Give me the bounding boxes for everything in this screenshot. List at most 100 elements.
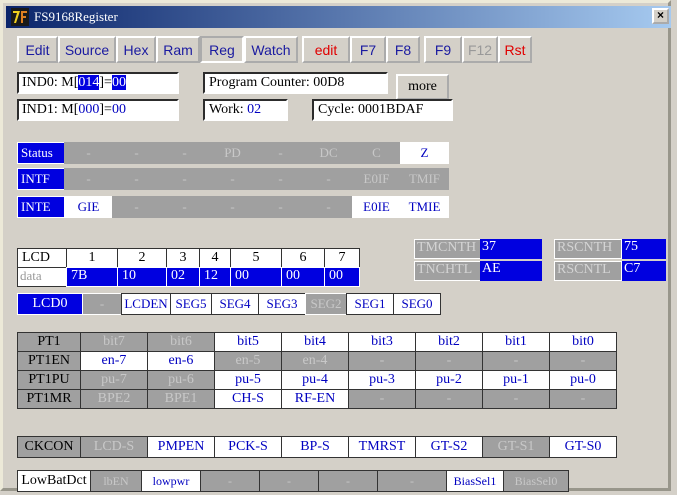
pt1mr-bit-7[interactable]: BPE2 xyxy=(80,389,148,409)
ind1-field[interactable]: IND1: M[000]=00 xyxy=(17,99,179,121)
pt1mr-bit-2[interactable]: - xyxy=(415,389,483,409)
status-bit-5[interactable]: - xyxy=(160,142,209,164)
ckcon-bit-7[interactable]: LCD-S xyxy=(80,436,148,458)
lcd0-bit-6[interactable]: LCDEN xyxy=(121,293,171,315)
tmcntl-value[interactable]: AE xyxy=(480,261,542,281)
inte-bit-7[interactable]: GIE xyxy=(64,196,113,218)
ckcon-bit-1[interactable]: GT-S1 xyxy=(482,436,550,458)
pt1en-bit-3[interactable]: - xyxy=(348,351,416,371)
inte-bit-2[interactable]: - xyxy=(304,196,353,218)
intf-bit-4[interactable]: - xyxy=(208,168,257,190)
ind0-field[interactable]: IND0: M[014]=00 xyxy=(17,72,179,94)
pt1pu-bit-4[interactable]: pu-4 xyxy=(281,370,349,390)
toolbar-edit-button[interactable]: Edit xyxy=(17,36,58,63)
ind1-value[interactable]: 00 xyxy=(112,102,126,117)
inte-bit-5[interactable]: - xyxy=(160,196,209,218)
pt1-bit-4[interactable]: bit4 xyxy=(281,332,349,352)
pt1en-bit-5[interactable]: en-5 xyxy=(214,351,282,371)
close-button[interactable]: × xyxy=(652,8,669,24)
rscnth-value[interactable]: 75 xyxy=(622,239,666,259)
toolbar-watch-button[interactable]: Watch xyxy=(244,36,298,63)
status-bit-7[interactable]: - xyxy=(64,142,113,164)
pt1en-bit-2[interactable]: - xyxy=(415,351,483,371)
lcd-data-3[interactable]: 02 xyxy=(166,267,200,287)
status-bit-1[interactable]: C xyxy=(352,142,401,164)
lcd0-bit-3[interactable]: SEG3 xyxy=(258,293,306,315)
pt1pu-bit-1[interactable]: pu-1 xyxy=(482,370,550,390)
lowbat-bit-1[interactable]: BiasSel1 xyxy=(446,470,504,492)
status-bit-3[interactable]: - xyxy=(256,142,305,164)
pt1-bit-5[interactable]: bit5 xyxy=(214,332,282,352)
toolbar-rst-button[interactable]: Rst xyxy=(498,36,532,63)
lcd0-bit-0[interactable]: SEG0 xyxy=(393,293,441,315)
lowbat-bit-3[interactable]: - xyxy=(318,470,378,492)
lcd0-bit-4[interactable]: SEG4 xyxy=(211,293,259,315)
toolbar-f7-button[interactable]: F7 xyxy=(350,36,386,63)
lowbat-bit-2[interactable]: - xyxy=(377,470,447,492)
pt1en-bit-1[interactable]: - xyxy=(482,351,550,371)
lcd-data-6[interactable]: 00 xyxy=(281,267,325,287)
pt1mr-bit-0[interactable]: - xyxy=(549,389,617,409)
ckcon-bit-0[interactable]: GT-S0 xyxy=(549,436,617,458)
pt1-bit-0[interactable]: bit0 xyxy=(549,332,617,352)
lcd0-bit-2[interactable]: SEG2 xyxy=(305,293,347,315)
intf-bit-6[interactable]: - xyxy=(112,168,161,190)
toolbar-edit-button[interactable]: edit xyxy=(302,36,350,63)
intf-bit-1[interactable]: E0IF xyxy=(352,168,401,190)
pt1pu-bit-6[interactable]: pu-6 xyxy=(147,370,215,390)
pt1pu-bit-0[interactable]: pu-0 xyxy=(549,370,617,390)
pt1mr-bit-4[interactable]: RF-EN xyxy=(281,389,349,409)
pt1-bit-1[interactable]: bit1 xyxy=(482,332,550,352)
inte-bit-0[interactable]: TMIE xyxy=(400,196,449,218)
status-bit-4[interactable]: PD xyxy=(208,142,257,164)
toolbar-f9-button[interactable]: F9 xyxy=(424,36,462,63)
ind1-address[interactable]: 000 xyxy=(78,102,99,117)
status-bit-6[interactable]: - xyxy=(112,142,161,164)
lcd-data-4[interactable]: 12 xyxy=(199,267,231,287)
lcd-data-5[interactable]: 00 xyxy=(230,267,282,287)
ckcon-bit-4[interactable]: BP-S xyxy=(281,436,349,458)
tmcnth-value[interactable]: 37 xyxy=(480,239,542,259)
lcd0-bit-7[interactable]: - xyxy=(82,293,122,315)
pt1pu-bit-2[interactable]: pu-2 xyxy=(415,370,483,390)
toolbar-reg-button[interactable]: Reg xyxy=(200,36,244,63)
inte-bit-3[interactable]: - xyxy=(256,196,305,218)
toolbar-hex-button[interactable]: Hex xyxy=(116,36,156,63)
ckcon-bit-2[interactable]: GT-S2 xyxy=(415,436,483,458)
intf-bit-2[interactable]: - xyxy=(304,168,353,190)
intf-bit-0[interactable]: TMIF xyxy=(400,168,449,190)
pt1en-bit-4[interactable]: en-4 xyxy=(281,351,349,371)
lcd-data-1[interactable]: 7B xyxy=(66,267,118,287)
status-bit-0[interactable]: Z xyxy=(400,142,449,164)
ind0-address[interactable]: 014 xyxy=(78,75,100,90)
lcd0-bit-1[interactable]: SEG1 xyxy=(346,293,394,315)
pt1mr-bit-6[interactable]: BPE1 xyxy=(147,389,215,409)
pt1mr-bit-5[interactable]: CH-S xyxy=(214,389,282,409)
pt1pu-bit-7[interactable]: pu-7 xyxy=(80,370,148,390)
pt1-bit-3[interactable]: bit3 xyxy=(348,332,416,352)
pt1en-bit-7[interactable]: en-7 xyxy=(80,351,148,371)
intf-bit-3[interactable]: - xyxy=(256,168,305,190)
pt1en-bit-0[interactable]: - xyxy=(549,351,617,371)
lcd-data-2[interactable]: 10 xyxy=(117,267,167,287)
pt1pu-bit-5[interactable]: pu-5 xyxy=(214,370,282,390)
toolbar-ram-button[interactable]: Ram xyxy=(156,36,200,63)
pt1-bit-6[interactable]: bit6 xyxy=(147,332,215,352)
rscntl-value[interactable]: C7 xyxy=(622,261,666,281)
lcd0-bit-5[interactable]: SEG5 xyxy=(170,293,212,315)
inte-bit-1[interactable]: E0IE xyxy=(352,196,401,218)
lowbat-bit-0[interactable]: BiasSel0 xyxy=(503,470,569,492)
ckcon-bit-6[interactable]: PMPEN xyxy=(147,436,215,458)
pt1mr-bit-1[interactable]: - xyxy=(482,389,550,409)
ckcon-bit-5[interactable]: PCK-S xyxy=(214,436,282,458)
status-bit-2[interactable]: DC xyxy=(304,142,353,164)
ind0-value[interactable]: 00 xyxy=(111,75,126,90)
more-button[interactable]: more xyxy=(396,74,449,100)
pt1pu-bit-3[interactable]: pu-3 xyxy=(348,370,416,390)
lowbat-bit-6[interactable]: lowpwr xyxy=(141,470,201,492)
toolbar-f8-button[interactable]: F8 xyxy=(386,36,420,63)
pt1en-bit-6[interactable]: en-6 xyxy=(147,351,215,371)
pt1-bit-2[interactable]: bit2 xyxy=(415,332,483,352)
lowbat-bit-4[interactable]: - xyxy=(259,470,319,492)
lcd-data-7[interactable]: 00 xyxy=(324,267,360,287)
